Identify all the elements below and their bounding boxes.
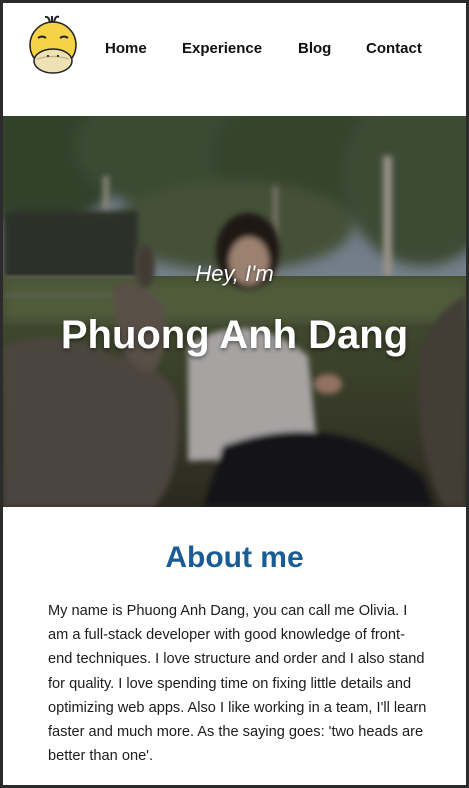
main-nav: Home Experience Blog Contact: [3, 38, 466, 60]
nav-contact[interactable]: Contact: [366, 38, 422, 60]
site-header: Home Experience Blog Contact: [3, 3, 466, 116]
about-title: About me: [165, 541, 304, 574]
nav-blog[interactable]: Blog: [298, 38, 331, 60]
nav-home[interactable]: Home: [105, 38, 147, 60]
about-section: About me My name is Phuong Anh Dang, you…: [3, 507, 466, 785]
page-frame: Home Experience Blog Contact Hey, I'm Ph…: [0, 0, 469, 788]
hero-name: Phuong Anh Dang: [60, 313, 409, 357]
nav-experience[interactable]: Experience: [182, 38, 262, 60]
hero-greeting: Hey, I'm: [195, 261, 274, 286]
hero-overlay: [3, 116, 466, 507]
hero-section: Hey, I'm Phuong Anh Dang: [3, 116, 466, 507]
about-text: My name is Phuong Anh Dang, you can call…: [48, 603, 427, 765]
